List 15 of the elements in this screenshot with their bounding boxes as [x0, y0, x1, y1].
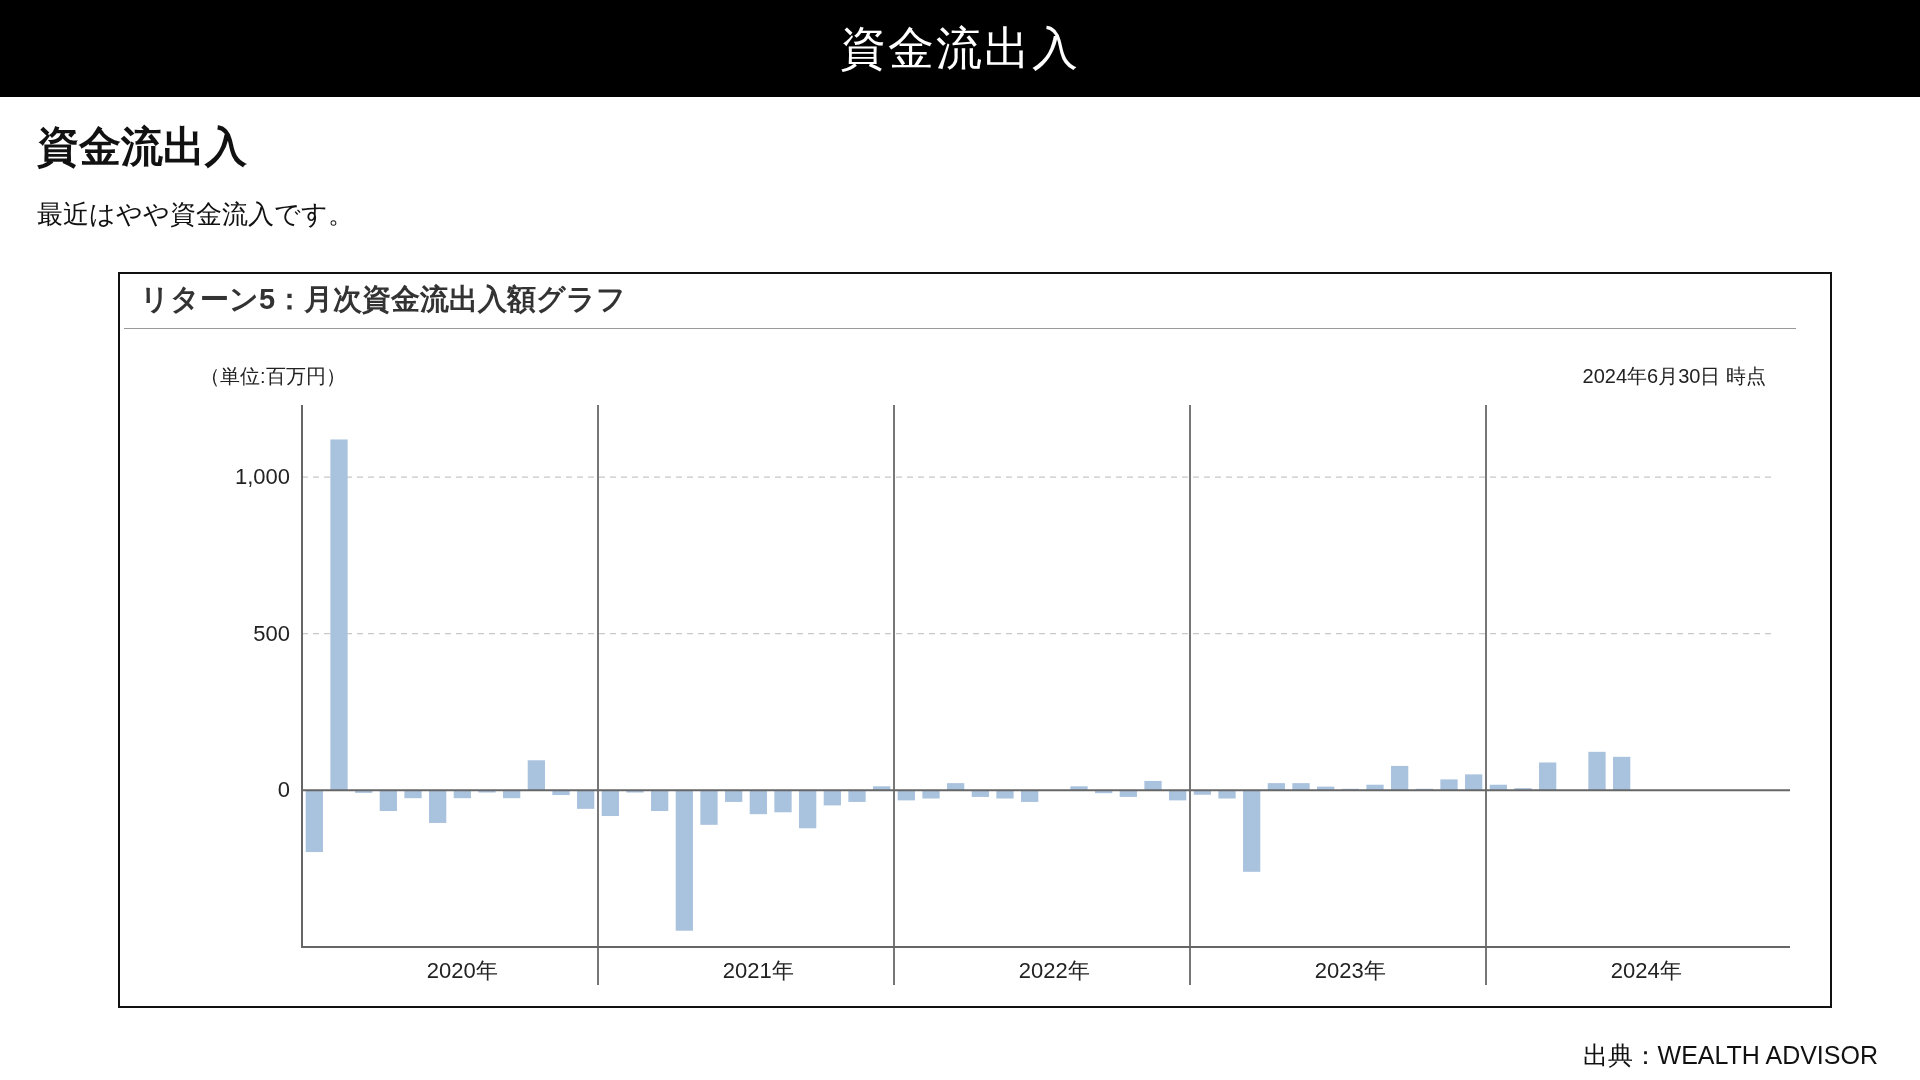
summary-text: 最近はやや資金流入です。	[37, 198, 355, 231]
section-heading: 資金流出入	[37, 122, 248, 172]
x-tick-label: 2020年	[426, 958, 498, 983]
chart-title: リターン5：月次資金流出入額グラフ	[124, 280, 1796, 329]
x-tick-label: 2022年	[1018, 958, 1090, 983]
y-tick-label: 500	[253, 620, 290, 646]
unit-label: （単位:百万円）	[200, 365, 346, 387]
as-of-date: 2024年6月30日 時点	[1582, 365, 1766, 387]
x-tick-label: 2021年	[722, 958, 794, 983]
page-title: 資金流出入	[840, 20, 1080, 76]
x-tick-label: 2024年	[1610, 958, 1682, 983]
y-tick-label: 1,000	[234, 464, 290, 490]
x-tick-label: 2023年	[1314, 958, 1386, 983]
source-credit: 出典：WEALTH ADVISOR	[1582, 1040, 1878, 1071]
y-tick-label: 0	[277, 777, 290, 803]
